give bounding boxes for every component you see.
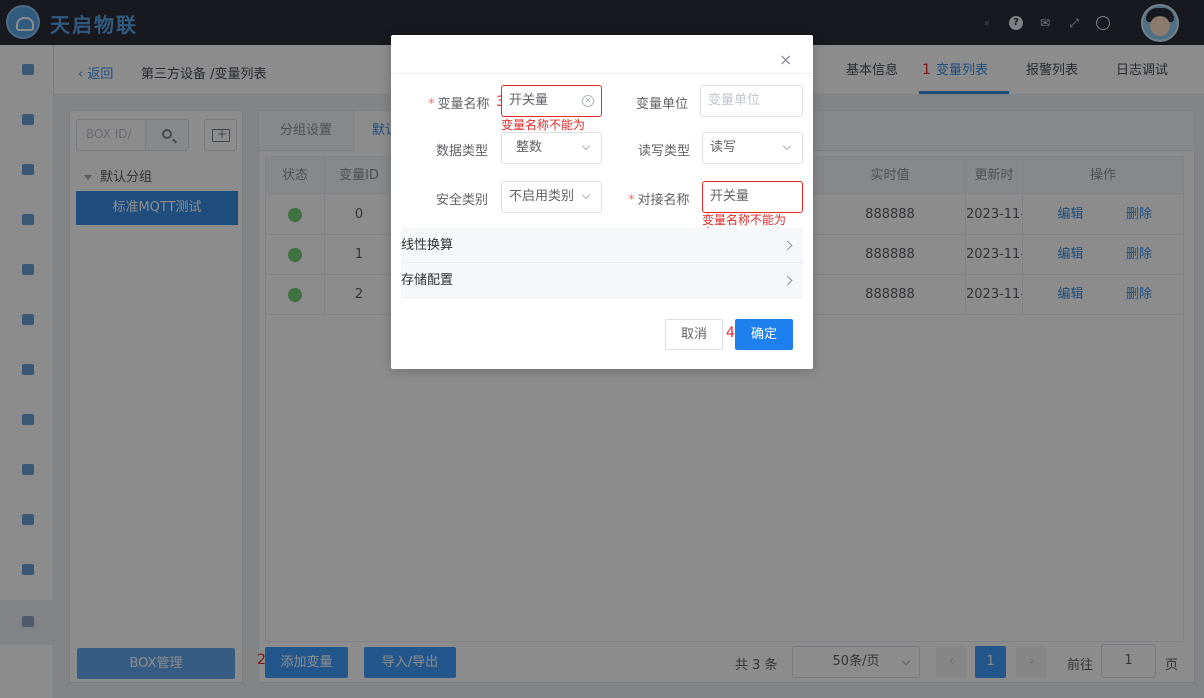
step-marker-4: 4	[726, 325, 735, 341]
close-icon[interactable]: ×	[779, 50, 792, 69]
dock-name-input[interactable]: 开关量	[702, 181, 803, 213]
data-type-label: 数据类型	[436, 144, 489, 159]
section-title: 存储配置	[401, 273, 454, 288]
chevron-right-icon	[782, 275, 793, 286]
var-name-label: * 变量名称	[428, 97, 490, 112]
chevron-down-icon	[782, 141, 792, 151]
linear-conversion-section[interactable]: 线性换算	[401, 228, 803, 263]
var-unit-input[interactable]: 变量单位	[700, 85, 803, 117]
security-label: 安全类别	[436, 193, 489, 208]
dialog-divider	[391, 73, 813, 74]
confirm-button[interactable]: 确定	[735, 319, 793, 350]
var-name-error: 变量名称不能为	[501, 118, 586, 132]
section-title: 线性换算	[401, 238, 454, 253]
rw-type-select[interactable]: 读写	[702, 132, 803, 164]
dock-name-error: 变量名称不能为	[702, 213, 787, 227]
rw-type-label: 读写类型	[638, 144, 691, 159]
var-unit-label: 变量单位	[636, 97, 689, 112]
dock-name-label: * 对接名称	[628, 193, 690, 208]
chevron-down-icon	[581, 141, 591, 151]
chevron-down-icon	[581, 190, 591, 200]
data-type-select[interactable]: 整数	[501, 132, 602, 164]
security-select[interactable]: 不启用类别	[501, 181, 602, 213]
add-variable-dialog: × *变量名称 3 开关量× 变量名称不能为 变量单位 变量单位 数据类型 整数…	[391, 35, 813, 369]
clear-icon[interactable]: ×	[582, 95, 594, 107]
var-name-input[interactable]: 开关量 ×	[501, 85, 602, 117]
cancel-button[interactable]: 取消	[665, 319, 723, 350]
chevron-right-icon	[782, 240, 793, 251]
storage-config-section[interactable]: 存储配置	[401, 263, 803, 298]
